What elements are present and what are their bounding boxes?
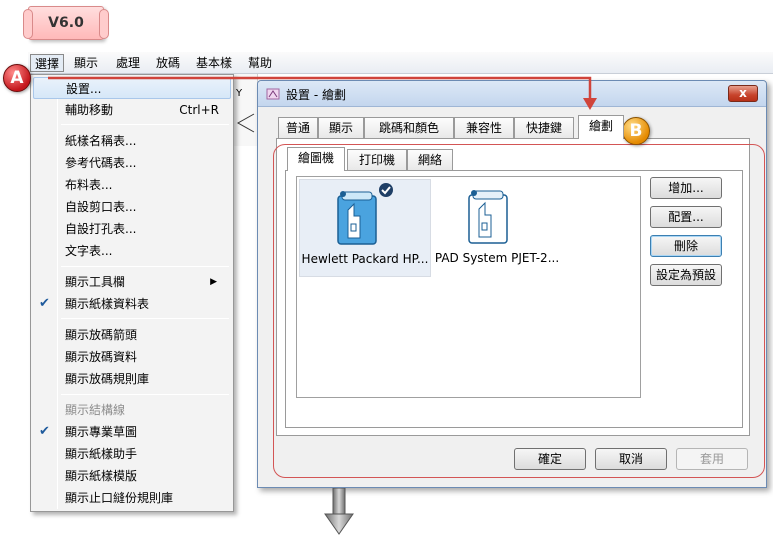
tab-plot[interactable]: 繪劃: [578, 115, 624, 139]
callout-a-badge: A: [3, 64, 31, 92]
subtab-plotter[interactable]: 繪圖機: [287, 147, 345, 171]
connector-arrow: [48, 76, 597, 110]
callout-b-badge: B: [622, 117, 650, 145]
down-arrow-icon: [324, 488, 354, 535]
